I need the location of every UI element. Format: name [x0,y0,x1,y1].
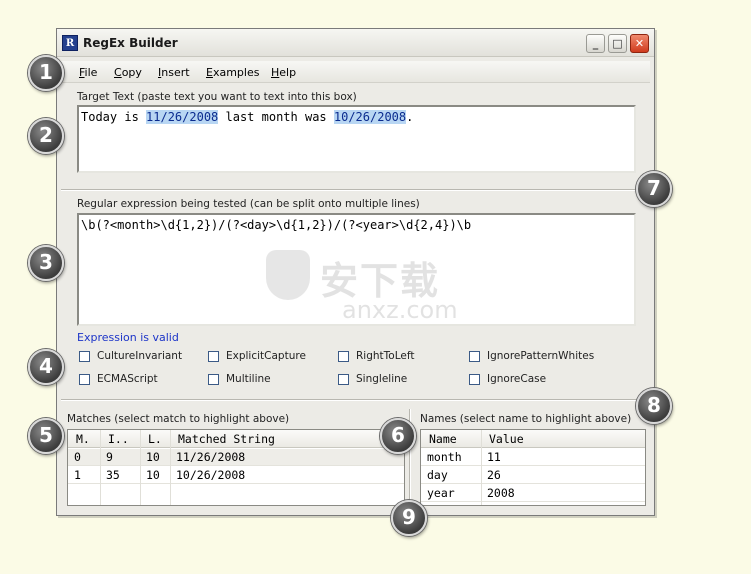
minimize-button[interactable]: _ [586,34,605,53]
checkbox-label: Multiline [226,373,271,385]
callout-badge-1: 1 [28,55,64,91]
menu-help[interactable]: Help [271,66,296,79]
watermark-subtext: anxz.com [342,296,458,324]
validation-status: Expression is valid [77,331,179,344]
match-cell: 0 [74,450,81,464]
splitter-middle[interactable] [61,399,650,401]
names-label: Names (select name to highlight above) [420,413,632,425]
callout-badge-6: 6 [380,418,416,454]
watermark-shield-icon [266,250,310,300]
column-header[interactable]: Matched String [178,432,275,446]
column-header[interactable]: M. [76,432,90,446]
callout-badge-7: 7 [636,171,672,207]
callout-badge-4: 4 [28,349,64,385]
maximize-button[interactable]: □ [608,34,627,53]
checkbox-ignore-pattern-whitespace[interactable] [469,351,480,362]
name-cell: year [427,486,455,500]
window-title: RegEx Builder [83,36,178,50]
column-divider [481,430,482,505]
column-header[interactable]: Name [429,432,457,446]
names-grid: Name Value month 11 day 26 year 2008 [420,429,646,506]
menu-bar: File Copy Insert Examples Help [61,61,650,83]
name-row[interactable]: year 2008 [421,485,645,502]
match-cell: 35 [106,468,120,482]
checkbox-explicit-capture[interactable] [208,351,219,362]
column-divider [140,430,141,505]
target-text-input[interactable]: Today is 11/26/2008 last month was 10/26… [77,105,636,173]
callout-badge-5: 5 [28,418,64,454]
match-cell: 10 [146,450,160,464]
menu-file[interactable]: File [79,66,97,79]
app-icon: R [62,35,78,51]
matches-label: Matches (select match to highlight above… [67,413,290,425]
match-row[interactable]: 0 9 10 11/26/2008 [68,449,404,466]
checkbox-label: Singleline [356,373,408,385]
name-cell: day [427,468,448,482]
names-header: Name Value [421,430,645,448]
match-cell: 1 [74,468,81,482]
checkbox-label: RightToLeft [356,350,415,362]
name-row[interactable]: day 26 [421,467,645,484]
callout-badge-3: 3 [28,245,64,281]
checkbox-ignore-case[interactable] [469,374,480,385]
watermark: 安下载 anxz.com [266,244,480,324]
column-header[interactable]: Value [489,432,524,446]
value-cell: 2008 [487,486,515,500]
match-cell: 9 [106,450,113,464]
column-header[interactable]: I.. [108,432,129,446]
value-cell: 26 [487,468,501,482]
callout-badge-9: 9 [391,500,427,536]
checkbox-label: ExplicitCapture [226,350,306,362]
target-text-label: Target Text (paste text you want to text… [77,91,357,103]
callout-badge-2: 2 [28,118,64,154]
checkbox-right-to-left[interactable] [338,351,349,362]
checkbox-multiline[interactable] [208,374,219,385]
menu-insert[interactable]: Insert [158,66,190,79]
name-row[interactable]: month 11 [421,449,645,466]
splitter-top[interactable] [61,189,650,191]
value-cell: 11 [487,450,501,464]
checkbox-label: CultureInvariant [97,350,183,362]
match-row[interactable]: 1 35 10 10/26/2008 [68,467,404,484]
match-highlight-2: 10/26/2008 [333,110,407,124]
callout-badge-8: 8 [636,388,672,424]
checkbox-culture-invariant[interactable] [79,351,90,362]
regex-label: Regular expression being tested (can be … [77,198,420,210]
match-cell: 10 [146,468,160,482]
name-cell: month [427,450,462,464]
menu-examples[interactable]: Examples [206,66,259,79]
matches-header: M. I.. L. Matched String [68,430,404,448]
checkbox-singleline[interactable] [338,374,349,385]
matches-grid: M. I.. L. Matched String 0 9 10 11/26/20… [67,429,405,506]
column-divider [170,430,171,505]
checkbox-label: ECMAScript [97,373,158,385]
checkbox-label: IgnorePatternWhites [487,350,595,362]
match-cell: 10/26/2008 [176,468,246,482]
menu-copy[interactable]: Copy [114,66,142,79]
column-header[interactable]: L. [148,432,162,446]
checkbox-label: IgnoreCase [487,373,547,385]
match-cell: 11/26/2008 [176,450,246,464]
match-highlight-1: 11/26/2008 [146,110,219,124]
checkbox-ecmascript[interactable] [79,374,90,385]
close-button[interactable]: ✕ [630,34,649,53]
column-divider [100,430,101,505]
title-bar[interactable]: R RegEx Builder _ □ ✕ [57,29,654,57]
